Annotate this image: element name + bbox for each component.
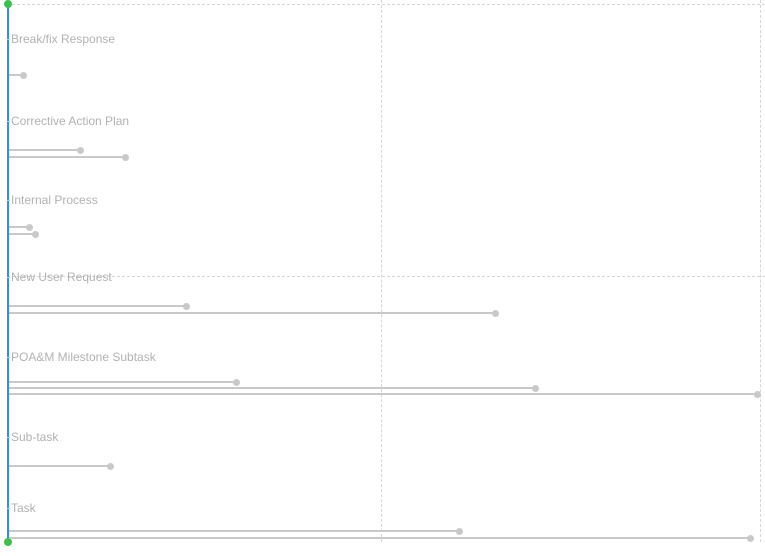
category-group: POA&M Milestone Subtask xyxy=(7,350,765,405)
bar xyxy=(9,149,81,151)
category-tick-icon xyxy=(7,357,10,358)
category-label: Sub-task xyxy=(11,430,58,444)
bar xyxy=(9,74,24,76)
axis-start-marker-icon xyxy=(4,0,12,8)
bar xyxy=(9,465,111,467)
bar xyxy=(9,381,237,383)
category-label: New User Request xyxy=(11,270,112,284)
category-tick-icon xyxy=(7,277,10,278)
category-label: Break/fix Response xyxy=(11,32,115,46)
category-tick-icon xyxy=(7,508,10,509)
chart-plot-area: Break/fix Response Corrective Action Pla… xyxy=(0,0,765,556)
category-group: Sub-task xyxy=(7,430,765,480)
bar xyxy=(9,537,751,539)
bar xyxy=(9,156,126,158)
category-tick-icon xyxy=(7,121,10,122)
category-group: Break/fix Response xyxy=(7,32,765,82)
category-group: New User Request xyxy=(7,270,765,320)
category-group: Internal Process xyxy=(7,193,765,243)
bar xyxy=(9,305,187,307)
category-label: Internal Process xyxy=(11,193,98,207)
category-group: Corrective Action Plan xyxy=(7,114,765,164)
category-group: Task xyxy=(7,501,765,551)
category-tick-icon xyxy=(7,200,10,201)
bar xyxy=(9,226,30,228)
category-label: POA&M Milestone Subtask xyxy=(11,350,156,364)
bar xyxy=(9,387,536,389)
bar xyxy=(9,233,36,235)
category-label: Corrective Action Plan xyxy=(11,114,129,128)
bar xyxy=(9,530,460,532)
bar xyxy=(9,393,758,395)
category-label: Task xyxy=(11,501,36,515)
category-tick-icon xyxy=(7,437,10,438)
bar xyxy=(9,312,496,314)
grid-horizontal xyxy=(7,4,765,5)
category-tick-icon xyxy=(7,39,10,40)
